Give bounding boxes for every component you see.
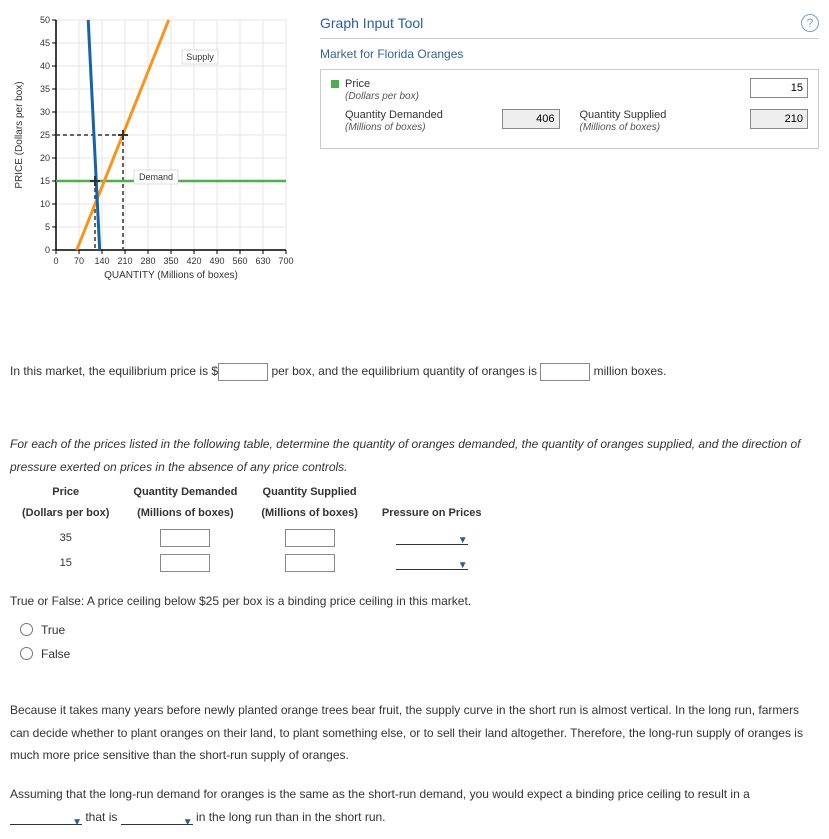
graph-input-tool: Graph Input Tool ? Market for Florida Or…: [320, 10, 829, 310]
explanatory-paragraph: Because it takes many years before newly…: [0, 699, 829, 767]
svg-text:40: 40: [40, 61, 50, 71]
equilibrium-qty-input[interactable]: [540, 363, 590, 381]
qd-35-input[interactable]: [160, 529, 210, 547]
qd-15-input[interactable]: [160, 554, 210, 572]
pressure-35-dropdown[interactable]: ▼: [396, 531, 468, 545]
table-instructions: For each of the prices listed in the fol…: [0, 433, 829, 479]
pressure-15-dropdown[interactable]: ▼: [396, 556, 468, 570]
svg-text:25: 25: [40, 130, 50, 140]
svg-text:Demand: Demand: [139, 172, 173, 182]
svg-text:5: 5: [45, 222, 50, 232]
qs-15-input[interactable]: [285, 554, 335, 572]
qs-label: Quantity Supplied: [580, 109, 667, 122]
lr-blank-2-dropdown[interactable]: ▼: [121, 811, 193, 825]
svg-text:210: 210: [117, 256, 132, 266]
svg-text:490: 490: [209, 256, 224, 266]
svg-text:0: 0: [53, 256, 58, 266]
svg-text:Supply: Supply: [186, 52, 214, 62]
svg-text:630: 630: [255, 256, 270, 266]
svg-text:30: 30: [40, 107, 50, 117]
tool-title: Graph Input Tool: [320, 15, 423, 31]
table-row: 35 ▼: [10, 526, 494, 551]
caret-down-icon: ▼: [458, 560, 468, 571]
tool-header: Graph Input Tool ?: [320, 10, 819, 39]
qd-input: [502, 109, 560, 129]
supply-demand-chart[interactable]: 0 5 10 15 20 25 30 35 40 45 50 0 70 140: [10, 10, 320, 310]
price-input[interactable]: [750, 78, 808, 98]
help-icon[interactable]: ?: [801, 14, 819, 32]
price-sublabel: (Dollars per box): [345, 91, 419, 103]
chart-area: 0 5 10 15 20 25 30 35 40 45 50 0 70 140: [0, 10, 320, 310]
lr-blank-1-dropdown[interactable]: ▼: [10, 811, 82, 825]
question-last: Assuming that the long-run demand for or…: [0, 783, 829, 829]
top-section: 0 5 10 15 20 25 30 35 40 45 50 0 70 140: [0, 0, 829, 310]
svg-text:PRICE (Dollars per box): PRICE (Dollars per box): [14, 81, 25, 188]
svg-text:10: 10: [40, 199, 50, 209]
equilibrium-price-input[interactable]: [218, 363, 268, 381]
tf-question: True or False: A price ceiling below $25…: [0, 590, 829, 613]
svg-text:70: 70: [74, 256, 84, 266]
qs-input: [750, 109, 808, 129]
price-swatch-icon: [331, 80, 339, 88]
svg-text:45: 45: [40, 38, 50, 48]
radio-true[interactable]: [20, 623, 33, 636]
radio-true-row[interactable]: True: [20, 623, 829, 637]
svg-text:15: 15: [40, 176, 50, 186]
table-row: 15 ▼: [10, 551, 494, 576]
svg-text:0: 0: [45, 245, 50, 255]
radio-false[interactable]: [20, 647, 33, 660]
svg-text:20: 20: [40, 153, 50, 163]
svg-text:140: 140: [94, 256, 109, 266]
radio-false-row[interactable]: False: [20, 647, 829, 661]
tool-box: Price (Dollars per box) Quantity Demande…: [320, 69, 819, 149]
price-table: Price(Dollars per box) Quantity Demanded…: [10, 482, 494, 576]
svg-text:560: 560: [232, 256, 247, 266]
price-label: Price: [345, 78, 419, 91]
qs-sublabel: (Millions of boxes): [580, 122, 667, 134]
market-title: Market for Florida Oranges: [320, 39, 819, 69]
qd-label: Quantity Demanded: [345, 109, 443, 122]
svg-text:280: 280: [140, 256, 155, 266]
svg-text:700: 700: [278, 256, 293, 266]
svg-text:QUANTITY (Millions of boxes): QUANTITY (Millions of boxes): [104, 270, 238, 281]
svg-text:420: 420: [186, 256, 201, 266]
qs-35-input[interactable]: [285, 529, 335, 547]
caret-down-icon: ▼: [183, 817, 193, 828]
caret-down-icon: ▼: [458, 535, 468, 546]
svg-text:50: 50: [40, 15, 50, 25]
question-1: In this market, the equilibrium price is…: [0, 360, 829, 383]
qd-sublabel: (Millions of boxes): [345, 122, 443, 134]
svg-text:350: 350: [163, 256, 178, 266]
svg-text:35: 35: [40, 84, 50, 94]
caret-down-icon: ▼: [72, 817, 82, 828]
